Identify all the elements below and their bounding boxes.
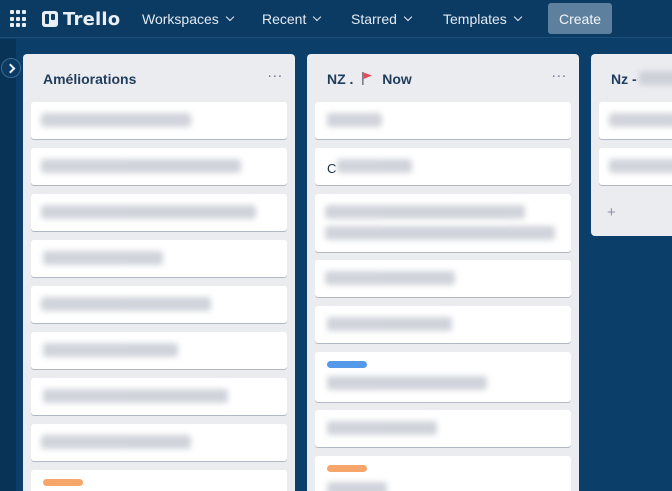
card-label-blue[interactable] <box>327 361 367 368</box>
list-card[interactable] <box>31 424 287 461</box>
list-title-suffix: Now <box>382 71 412 87</box>
chevron-down-icon <box>225 12 235 22</box>
nav-templates[interactable]: Templates <box>443 0 523 38</box>
chevron-down-icon <box>513 12 523 22</box>
add-card-icon[interactable]: + <box>607 204 616 221</box>
sidebar-collapsed <box>0 39 16 491</box>
list-title[interactable]: Nz - <box>611 71 637 87</box>
trello-logo[interactable]: Trello <box>42 8 120 30</box>
red-flag-icon <box>362 72 373 85</box>
list-card[interactable] <box>599 148 672 185</box>
list-card[interactable] <box>315 260 571 297</box>
list-header: Nz - <box>591 54 672 102</box>
nav-label: Starred <box>351 11 397 27</box>
list-card[interactable] <box>315 352 571 402</box>
list-card[interactable] <box>599 102 672 139</box>
card-label-orange[interactable] <box>43 479 83 486</box>
list-card[interactable] <box>315 410 571 447</box>
list-card[interactable] <box>31 470 287 491</box>
nav-recent[interactable]: Recent <box>262 0 322 38</box>
create-button[interactable]: Create <box>548 3 612 34</box>
nav-label: Templates <box>443 11 507 27</box>
list-card[interactable] <box>31 194 287 231</box>
brand-name: Trello <box>63 8 121 30</box>
list-card[interactable] <box>31 378 287 415</box>
list-title[interactable]: NZ . Now <box>327 71 412 87</box>
list-menu-icon[interactable]: ··· <box>268 70 283 85</box>
app-switcher-icon[interactable] <box>10 10 28 28</box>
trello-board-icon <box>42 11 58 27</box>
list-header: NZ . Now ··· <box>307 54 579 102</box>
card-label-orange[interactable] <box>327 465 367 472</box>
nav-starred[interactable]: Starred <box>351 0 413 38</box>
list-card[interactable] <box>315 306 571 343</box>
list-card[interactable] <box>315 102 571 139</box>
list-ameliorations: Améliorations ··· <box>23 54 295 491</box>
list-title-prefix: NZ . <box>327 71 354 87</box>
nav-label: Workspaces <box>142 11 219 27</box>
list-card[interactable] <box>31 286 287 323</box>
list-card[interactable] <box>31 148 287 185</box>
chevron-down-icon <box>313 12 322 22</box>
top-navigation-bar: Trello Workspaces Recent Starred Templat… <box>0 0 672 38</box>
list-card[interactable] <box>31 240 287 277</box>
list-card[interactable] <box>31 102 287 139</box>
list-nz-partial: Nz - + <box>591 54 672 236</box>
nav-workspaces[interactable]: Workspaces <box>142 0 235 38</box>
list-card[interactable] <box>31 332 287 369</box>
card-title: C <box>327 161 337 176</box>
list-card[interactable] <box>315 456 571 491</box>
list-menu-icon[interactable]: ··· <box>552 70 567 85</box>
nav-label: Recent <box>262 11 307 27</box>
expand-sidebar-icon[interactable] <box>1 58 21 78</box>
list-card[interactable] <box>315 194 571 252</box>
list-card[interactable]: C <box>315 148 571 185</box>
list-nz-now: NZ . Now ··· C <box>307 54 579 491</box>
list-header: Améliorations ··· <box>23 54 295 102</box>
chevron-down-icon <box>403 12 413 22</box>
list-title[interactable]: Améliorations <box>43 71 136 87</box>
